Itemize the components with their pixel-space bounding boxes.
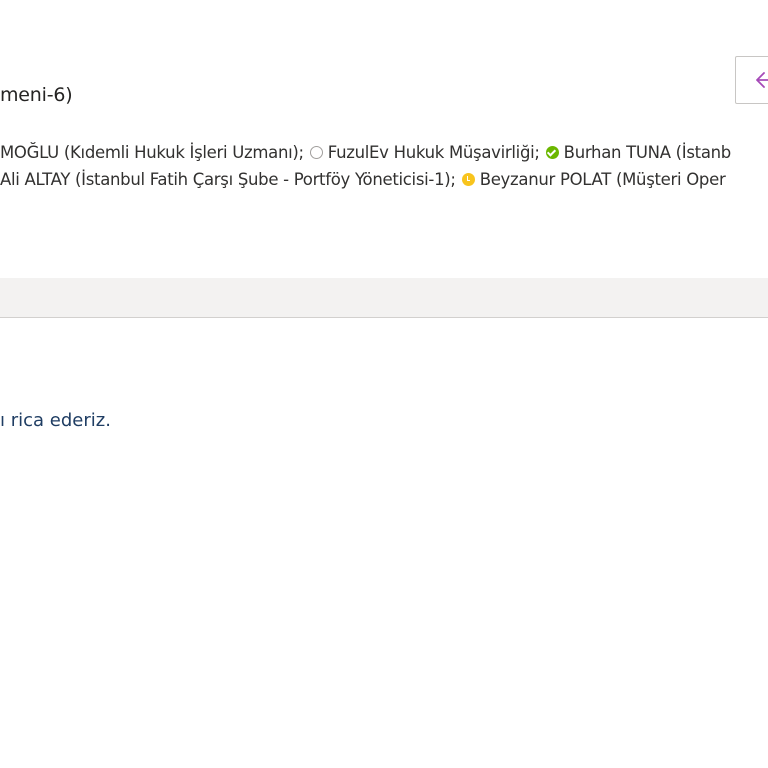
email-subject: meni-6): [0, 84, 73, 106]
email-body-text: ı rica ederiz.: [0, 410, 111, 431]
arrow-left-icon: [756, 72, 768, 88]
message-toolbar-band: [0, 278, 768, 318]
presence-offline-icon: [309, 146, 323, 159]
recipient-name[interactable]: MOĞLU (Kıdemli Hukuk İşleri Uzmanı);: [0, 143, 304, 162]
presence-away-icon: [461, 173, 475, 186]
presence-available-icon: [545, 146, 559, 159]
recipient-name[interactable]: FuzulEv Hukuk Müşavirliği;: [328, 143, 540, 162]
back-button[interactable]: [735, 56, 768, 104]
recipient-name[interactable]: Beyzanur POLAT (Müşteri Oper: [480, 170, 726, 189]
email-reading-pane: meni-6) MOĞLU (Kıdemli Hukuk İşleri Uzma…: [0, 0, 768, 768]
recipients-line-2: Ali ALTAY (İstanbul Fatih Çarşı Şube - P…: [0, 170, 726, 189]
recipients-line-1: MOĞLU (Kıdemli Hukuk İşleri Uzmanı); Fuz…: [0, 143, 731, 162]
recipient-name[interactable]: Ali ALTAY (İstanbul Fatih Çarşı Şube - P…: [0, 170, 456, 189]
recipient-name[interactable]: Burhan TUNA (İstanb: [564, 143, 732, 162]
